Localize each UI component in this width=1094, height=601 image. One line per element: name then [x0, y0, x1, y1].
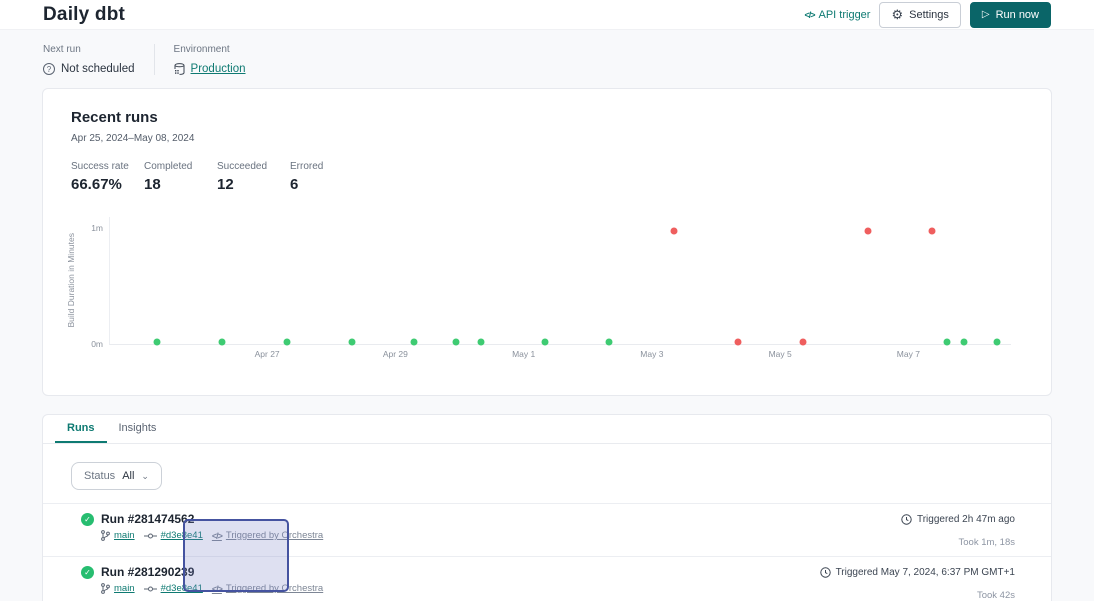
run-now-button[interactable]: ▷ Run now: [970, 2, 1051, 28]
date-range: Apr 25, 2024–May 08, 2024: [71, 133, 1023, 144]
run-dot-succeeded[interactable]: [453, 338, 460, 345]
environment-link[interactable]: Production: [191, 63, 246, 75]
build-duration-chart: Build Duration in Minutes 0m1mApr 27Apr …: [43, 215, 1051, 367]
run-dot-errored[interactable]: [735, 338, 742, 345]
triggered-text: Triggered 2h 47m ago: [917, 514, 1015, 525]
triggered-by-link[interactable]: </> Triggered by Orchestra: [212, 530, 323, 541]
success-check-icon: ✓: [81, 566, 94, 579]
branch-link[interactable]: main: [101, 530, 135, 541]
x-axis-tick: Apr 29: [383, 349, 408, 359]
runs-list: ✓ Run #281474562 main: [43, 503, 1051, 601]
runs-card: Runs Insights Status All ⌄ ✓ Run #281474…: [42, 414, 1052, 601]
run-row[interactable]: ✓ Run #281474562 main: [43, 503, 1051, 556]
y-axis-label: Build Duration in Minutes: [65, 215, 77, 345]
tab-insights[interactable]: Insights: [107, 415, 169, 443]
run-title: Run #281290239: [101, 565, 194, 579]
job-meta: Next run ? Not scheduled Environment Pro…: [0, 30, 1094, 88]
page-header: Daily dbt </> API trigger ⚙ Settings ▷ R…: [0, 0, 1094, 30]
api-trigger-link[interactable]: </> API trigger: [804, 9, 870, 21]
next-run-label: Next run: [43, 44, 135, 55]
run-now-label: Run now: [996, 9, 1039, 21]
run-dot-succeeded[interactable]: [410, 338, 417, 345]
run-title: Run #281474562: [101, 512, 194, 526]
triggered-text: Triggered May 7, 2024, 6:37 PM GMT+1: [836, 567, 1015, 578]
meta-divider: [154, 44, 155, 75]
x-axis-tick: May 7: [897, 349, 920, 359]
code-icon: </>: [804, 10, 814, 20]
stat-success-rate: Success rate 66.67%: [71, 161, 144, 193]
run-dot-errored[interactable]: [670, 227, 677, 234]
recent-runs-card: Recent runs Apr 25, 2024–May 08, 2024 Su…: [42, 88, 1052, 396]
run-row-left: ✓ Run #281290239 main: [81, 565, 323, 601]
took-text: Took 1m, 18s: [901, 537, 1015, 548]
status-filter-label: Status: [84, 470, 115, 482]
settings-button[interactable]: ⚙ Settings: [879, 2, 960, 28]
run-dot-succeeded[interactable]: [993, 338, 1000, 345]
run-row-left: ✓ Run #281474562 main: [81, 512, 323, 548]
question-circle-icon: ?: [43, 63, 55, 75]
runs-toolbar: Status All ⌄: [43, 444, 1051, 490]
run-dot-succeeded[interactable]: [961, 338, 968, 345]
api-trigger-label: API trigger: [819, 9, 871, 21]
status-filter-value: All: [122, 470, 134, 482]
chart-plot: 0m1mApr 27Apr 29May 1May 3May 5May 7: [109, 217, 1011, 345]
next-run-value: Not scheduled: [61, 63, 135, 75]
x-axis-tick: May 1: [512, 349, 535, 359]
run-row-right: Triggered 2h 47m ago Took 1m, 18s: [901, 512, 1015, 548]
page-title: Daily dbt: [43, 4, 125, 26]
tab-runs[interactable]: Runs: [55, 415, 107, 443]
stat-succeeded: Succeeded 12: [217, 161, 290, 193]
stat-completed: Completed 18: [144, 161, 217, 193]
database-icon: [174, 63, 185, 75]
triggered-by-link[interactable]: </> Triggered by Orchestra: [212, 583, 323, 594]
commit-link[interactable]: #d3e8e41: [144, 530, 203, 541]
x-axis-tick: Apr 27: [255, 349, 280, 359]
clock-icon: [820, 567, 831, 578]
x-axis-tick: May 5: [769, 349, 792, 359]
header-actions: </> API trigger ⚙ Settings ▷ Run now: [804, 2, 1051, 28]
run-dot-succeeded[interactable]: [283, 338, 290, 345]
y-axis-tick: 1m: [91, 223, 103, 233]
settings-label: Settings: [909, 9, 949, 21]
git-commit-icon: [144, 532, 157, 540]
run-dot-errored[interactable]: [929, 227, 936, 234]
tabs-bar: Runs Insights: [43, 415, 1051, 444]
chevron-down-icon: ⌄: [141, 474, 149, 478]
clock-icon: [901, 514, 912, 525]
code-icon: </>: [212, 584, 222, 594]
stats-row: Success rate 66.67% Completed 18 Succeed…: [71, 161, 1023, 193]
gear-icon: ⚙: [891, 8, 903, 21]
run-dot-succeeded[interactable]: [943, 338, 950, 345]
commit-link[interactable]: #d3e8e41: [144, 583, 203, 594]
run-dot-errored[interactable]: [800, 338, 807, 345]
code-icon: </>: [212, 531, 222, 541]
run-row-right: Triggered May 7, 2024, 6:37 PM GMT+1 Too…: [820, 565, 1015, 601]
y-axis-tick: 0m: [91, 339, 103, 349]
x-axis-tick: May 3: [640, 349, 663, 359]
git-branch-icon: [101, 530, 110, 541]
git-branch-icon: [101, 583, 110, 594]
run-dot-succeeded[interactable]: [542, 338, 549, 345]
run-dot-succeeded[interactable]: [348, 338, 355, 345]
run-row[interactable]: ✓ Run #281290239 main: [43, 556, 1051, 601]
environment-label: Environment: [174, 44, 246, 55]
run-dot-succeeded[interactable]: [154, 338, 161, 345]
play-icon: ▷: [982, 10, 990, 20]
stat-errored: Errored 6: [290, 161, 363, 193]
run-dot-succeeded[interactable]: [219, 338, 226, 345]
next-run-block: Next run ? Not scheduled: [43, 44, 135, 75]
run-dot-errored[interactable]: [865, 227, 872, 234]
success-check-icon: ✓: [81, 513, 94, 526]
status-filter-dropdown[interactable]: Status All ⌄: [71, 462, 162, 490]
run-dot-succeeded[interactable]: [605, 338, 612, 345]
took-text: Took 42s: [820, 590, 1015, 601]
environment-block: Environment Production: [174, 44, 246, 75]
branch-link[interactable]: main: [101, 583, 135, 594]
git-commit-icon: [144, 585, 157, 593]
run-dot-succeeded[interactable]: [477, 338, 484, 345]
recent-runs-title: Recent runs: [71, 109, 1023, 126]
